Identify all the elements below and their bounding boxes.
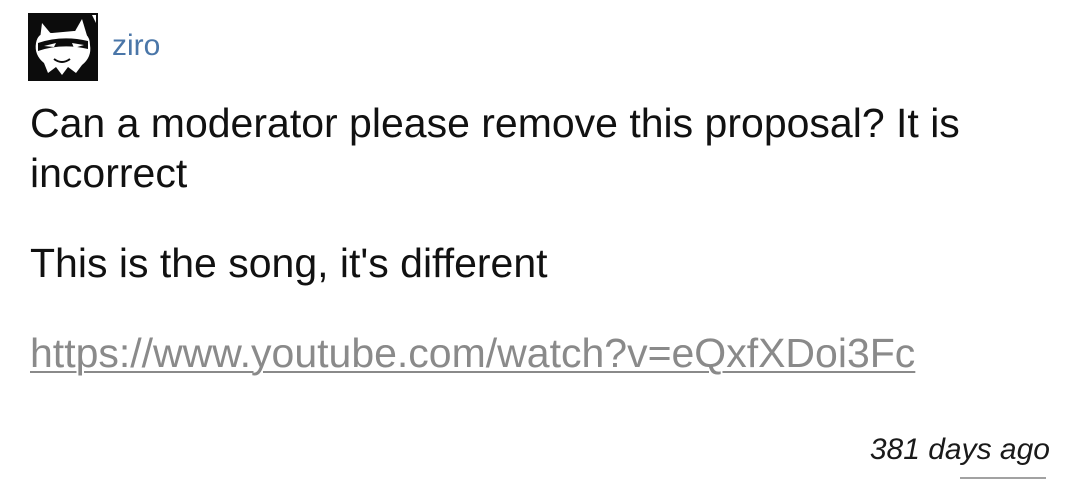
cut-off-text-line <box>960 474 1046 480</box>
comment-card: ziro Can a moderator please remove this … <box>0 0 1080 480</box>
comment-timestamp: 381 days ago <box>869 433 1050 466</box>
wolf-mask-avatar-icon <box>28 13 98 81</box>
comment-paragraph: Can a moderator please remove this propo… <box>30 100 960 196</box>
comment-paragraph: This is the song, it's different <box>30 240 548 286</box>
username-link[interactable]: ziro <box>112 28 160 64</box>
youtube-link[interactable]: https://www.youtube.com/watch?v=eQxfXDoi… <box>30 328 915 378</box>
avatar[interactable] <box>28 13 98 81</box>
